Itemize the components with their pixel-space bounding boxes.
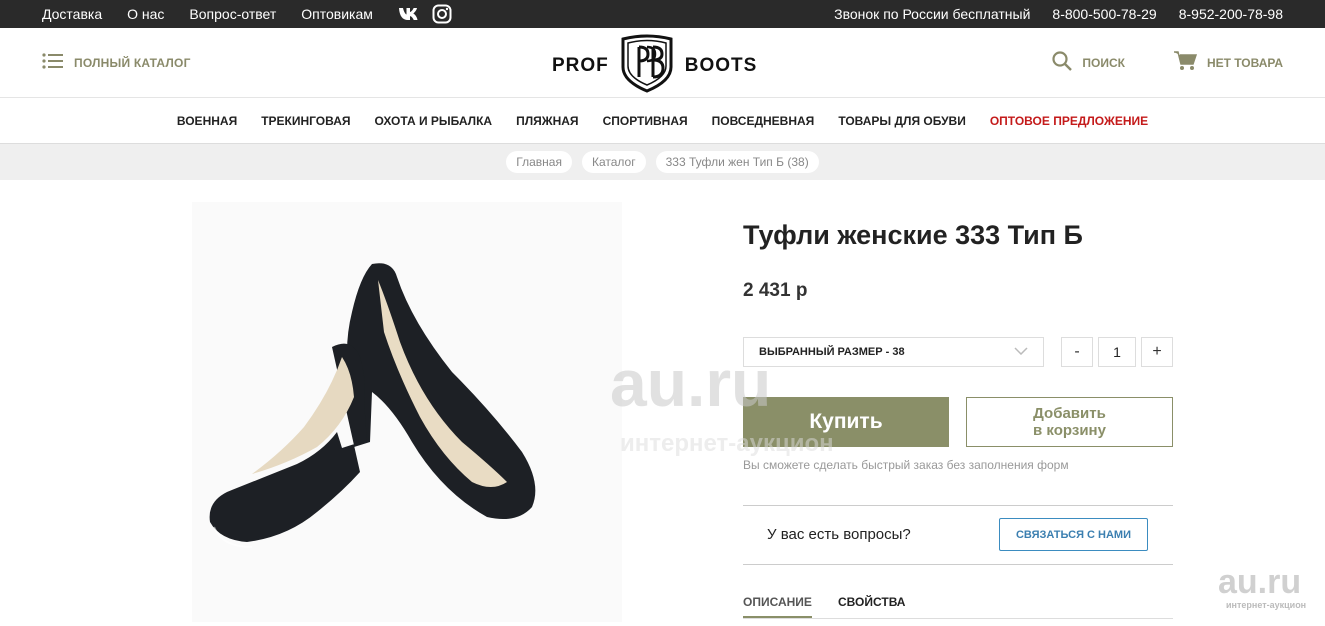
product-section: Туфли женские 333 Тип Б 2 431 р ВЫБРАННЫ… (0, 180, 1325, 622)
quantity-stepper: - 1 + (1061, 337, 1173, 367)
logo-word-left: PROF (552, 54, 609, 76)
watermark-sub: интернет-аукцион (620, 430, 834, 457)
logo-word-right: BOOTS (684, 54, 758, 76)
link-faq[interactable]: Вопрос-ответ (189, 6, 276, 22)
breadcrumb: Главная Каталог 333 Туфли жен Тип Б (38) (0, 144, 1325, 180)
add-to-cart-button[interactable]: Добавить в корзину (966, 397, 1173, 447)
cart-label: НЕТ ТОВАРА (1206, 55, 1283, 70)
logo[interactable]: PROF BOOTS (552, 33, 757, 98)
top-bar: Доставка О нас Вопрос-ответ Оптовикам Зв… (0, 0, 1325, 28)
size-select[interactable]: ВЫБРАННЫЙ РАЗМЕР - 38 (743, 337, 1044, 367)
header: ПОЛНЫЙ КАТАЛОГ PROF BOOTS ПОИСК НЕТ ТОВА… (0, 28, 1325, 98)
phone-1[interactable]: 8-800-500-78-29 (1052, 6, 1156, 22)
nav-item-wholesale[interactable]: ОПТОВОЕ ПРЕДЛОЖЕНИЕ (990, 114, 1148, 128)
cart-icon (1173, 50, 1197, 75)
breadcrumb-catalog[interactable]: Каталог (581, 151, 646, 173)
breadcrumb-home[interactable]: Главная (506, 151, 572, 173)
search-label: ПОИСК (1082, 55, 1125, 70)
social-icons (398, 4, 452, 24)
call-text: Звонок по России бесплатный (834, 6, 1031, 22)
product-price: 2 431 р (743, 280, 808, 301)
questions-label: У вас есть вопросы? (767, 526, 911, 543)
divider-top (743, 505, 1173, 506)
watermark-main: au.ru (610, 346, 772, 420)
nav-item-casual[interactable]: ПОВСЕДНЕВНАЯ (712, 114, 815, 128)
breadcrumb-current: 333 Туфли жен Тип Б (38) (655, 151, 819, 173)
contact-us-button[interactable]: СВЯЗАТЬСЯ С НАМИ (999, 518, 1148, 551)
tab-properties[interactable]: СВОЙСТВА (838, 595, 905, 609)
top-links: Доставка О нас Вопрос-ответ Оптовикам (42, 4, 452, 24)
quick-order-note: Вы сможете сделать быстрый заказ без зап… (743, 458, 1069, 472)
tabs-underline (743, 618, 1173, 619)
product-title: Туфли женские 333 Тип Б (743, 220, 1083, 250)
nav-item-shoe-care[interactable]: ТОВАРЫ ДЛЯ ОБУВИ (838, 114, 966, 128)
product-image[interactable] (192, 202, 622, 622)
tab-description[interactable]: ОПИСАНИЕ (743, 595, 812, 618)
search-icon (1052, 51, 1073, 74)
header-actions: ПОИСК НЕТ ТОВАРА (1052, 50, 1283, 75)
chevron-down-icon (1014, 346, 1028, 358)
quantity-input[interactable]: 1 (1098, 337, 1136, 367)
instagram-icon[interactable] (432, 4, 452, 24)
full-catalog-button[interactable]: ПОЛНЫЙ КАТАЛОГ (42, 53, 191, 72)
top-contacts: Звонок по России бесплатный 8-800-500-78… (834, 6, 1283, 22)
quantity-increase-button[interactable]: + (1141, 337, 1173, 367)
size-select-value: ВЫБРАННЫЙ РАЗМЕР - 38 (759, 346, 905, 358)
divider-bottom (743, 564, 1173, 565)
main-nav: ВОЕННАЯ ТРЕКИНГОВАЯ ОХОТА И РЫБАЛКА ПЛЯЖ… (0, 98, 1325, 144)
full-catalog-label: ПОЛНЫЙ КАТАЛОГ (74, 55, 191, 70)
nav-item-military[interactable]: ВОЕННАЯ (177, 114, 237, 128)
nav-item-hunting-fishing[interactable]: ОХОТА И РЫБАЛКА (374, 114, 492, 128)
watermark-corner-sub: интернет-аукцион (1226, 600, 1307, 610)
watermark-corner: au.ru (1218, 563, 1302, 601)
phone-2[interactable]: 8-952-200-78-98 (1179, 6, 1283, 22)
vk-icon[interactable] (398, 7, 422, 21)
logo-emblem-icon (617, 33, 677, 98)
link-wholesale[interactable]: Оптовикам (301, 6, 373, 22)
search-button[interactable]: ПОИСК (1052, 51, 1125, 74)
quantity-decrease-button[interactable]: - (1061, 337, 1093, 367)
link-delivery[interactable]: Доставка (42, 6, 102, 22)
list-icon (42, 53, 64, 72)
nav-item-trekking[interactable]: ТРЕКИНГОВАЯ (261, 114, 350, 128)
nav-item-sport[interactable]: СПОРТИВНАЯ (603, 114, 688, 128)
link-about[interactable]: О нас (127, 6, 164, 22)
nav-item-beach[interactable]: ПЛЯЖНАЯ (516, 114, 578, 128)
cart-button[interactable]: НЕТ ТОВАРА (1173, 50, 1283, 75)
